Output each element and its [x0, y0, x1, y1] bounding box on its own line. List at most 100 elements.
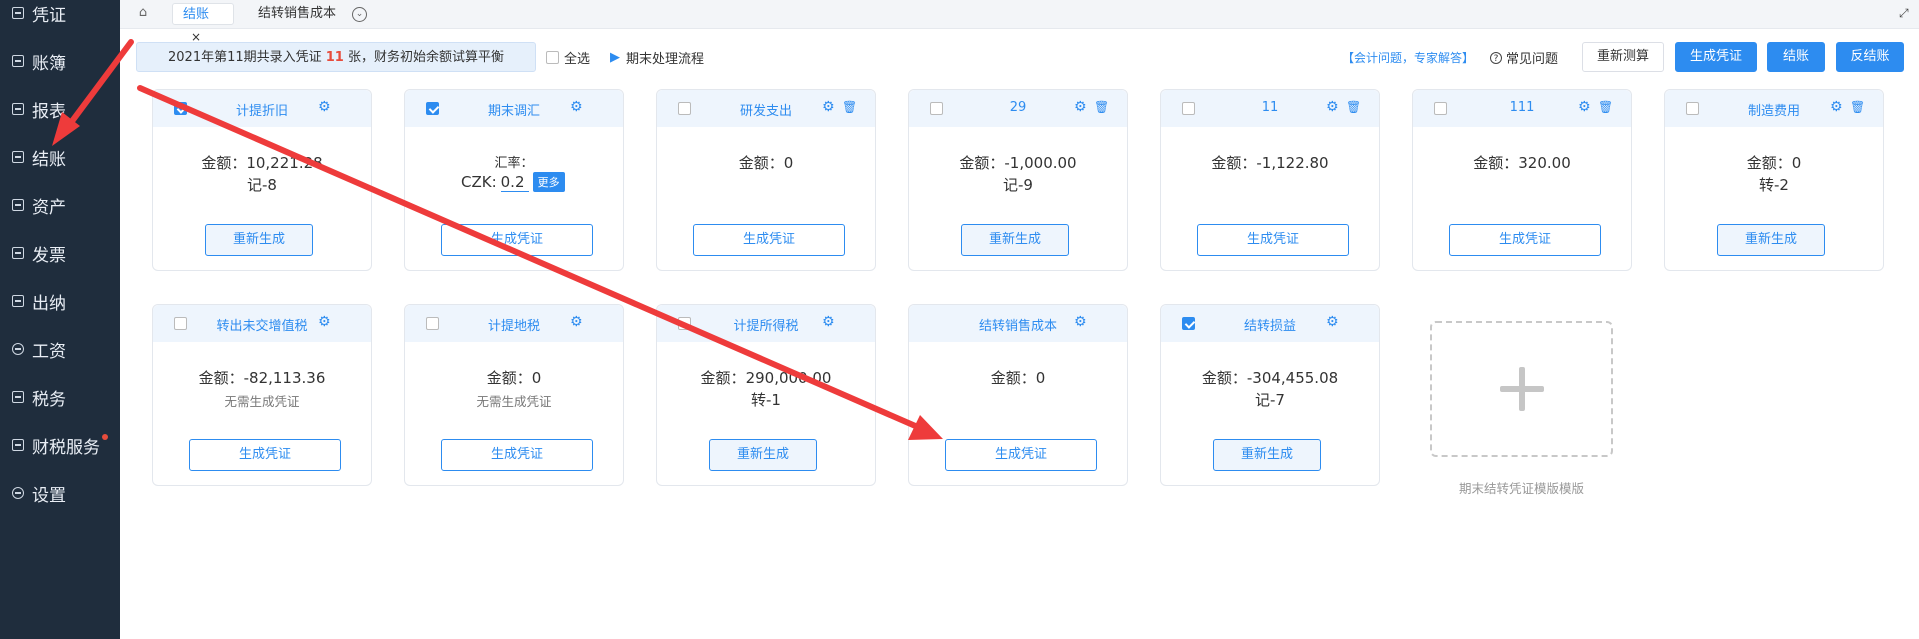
generate-voucher-button[interactable]: 生成凭证 — [693, 224, 845, 256]
gear-icon[interactable]: ⚙ — [570, 99, 583, 115]
generate-voucher-button[interactable]: 生成凭证 — [1197, 224, 1349, 256]
sidebar-item-service[interactable]: 财税服务 — [12, 430, 108, 460]
fullscreen-icon[interactable]: ⤢ — [1899, 6, 1911, 20]
generate-voucher-button[interactable]: 生成凭证 — [441, 439, 593, 471]
period-notice: 2021年第11期共录入凭证 11 张，财务初始余额试算平衡 — [136, 42, 536, 72]
sidebar-item-label: 结账 — [32, 149, 66, 170]
tab-closing[interactable]: 结账× — [172, 3, 234, 44]
expert-link[interactable]: 【会计问题，专家解答】 — [1342, 49, 1474, 66]
voucher-number[interactable]: 转-2 — [1665, 174, 1883, 195]
faq-link[interactable]: ? 常见问题 — [1490, 48, 1558, 67]
gear-icon[interactable]: ⚙ — [1326, 99, 1339, 115]
card-title: 计提地税 — [487, 319, 540, 334]
tab-sales-cost[interactable]: 结转销售成本 — [248, 3, 346, 25]
sidebar-item-label: 税务 — [32, 389, 66, 410]
rate-row: CZK: 更多 — [461, 172, 565, 192]
card-vat-transfer: 转出未交增值税 ⚙ 金额：-82,113.36 无需生成凭证 生成凭证 — [152, 304, 372, 486]
rate-input[interactable] — [500, 172, 529, 192]
card-profit-loss: 结转损益 ⚙ 金额：-304,455.08 记-7 重新生成 — [1160, 304, 1380, 486]
regenerate-button[interactable]: 重新生成 — [961, 224, 1069, 256]
regenerate-button[interactable]: 重新生成 — [205, 224, 313, 256]
sidebar-item-ledger[interactable]: 账簿 — [12, 46, 66, 76]
chevron-down-icon[interactable]: ⌄ — [352, 7, 367, 22]
voucher-icon — [12, 7, 24, 19]
sidebar-item-settings[interactable]: 设置 — [12, 478, 66, 508]
regenerate-button[interactable]: 重新生成 — [1213, 439, 1321, 471]
amount-label: 金额： — [990, 369, 1036, 387]
card-depreciation: 计提折旧 ⚙ 金额：10,221.28 记-8 重新生成 — [152, 89, 372, 271]
add-template-button[interactable] — [1430, 321, 1613, 457]
card-amount: 金额：0 — [1665, 152, 1883, 173]
card-amount: 金额：290,000.00 — [657, 367, 875, 388]
select-all-checkbox[interactable]: 全选 — [546, 48, 590, 67]
sidebar-item-report[interactable]: 报表 — [12, 94, 66, 124]
card-amount: 金额：0 — [909, 367, 1127, 388]
voucher-number[interactable]: 转-1 — [657, 389, 875, 410]
trash-icon[interactable]: 🗑 — [1094, 99, 1109, 115]
recalculate-button[interactable]: 重新测算 — [1582, 42, 1664, 72]
service-icon — [12, 439, 24, 451]
voucher-number[interactable]: 记-8 — [153, 174, 371, 195]
gear-icon[interactable]: ⚙ — [570, 314, 583, 330]
ledger-icon — [12, 55, 24, 67]
card-title: 计提折旧 — [235, 104, 288, 119]
generate-voucher-button[interactable]: 生成凭证 — [189, 439, 341, 471]
sidebar-item-voucher[interactable]: 凭证 — [12, 0, 66, 28]
card-amount: 金额：10,221.28 — [153, 152, 371, 173]
amount-label: 金额： — [1211, 154, 1257, 172]
voucher-number[interactable]: 记-9 — [909, 174, 1127, 195]
amount-label: 金额： — [1746, 154, 1792, 172]
card-header: 计提折旧 ⚙ — [153, 90, 371, 127]
plus-icon — [1499, 367, 1544, 411]
trash-icon[interactable]: 🗑 — [842, 99, 857, 115]
sidebar-item-salary[interactable]: 工资 — [12, 334, 66, 364]
notification-dot — [102, 434, 108, 440]
gear-icon[interactable]: ⚙ — [1830, 99, 1843, 115]
card-29: 29 ⚙ 🗑 金额：-1,000.00 记-9 重新生成 — [908, 89, 1128, 271]
gear-icon[interactable]: ⚙ — [822, 314, 835, 330]
gear-icon[interactable]: ⚙ — [318, 99, 331, 115]
generate-voucher-button[interactable]: 生成凭证 — [441, 224, 593, 256]
home-icon[interactable]: ⌂ — [136, 6, 150, 20]
generate-voucher-button[interactable]: 生成凭证 — [1449, 224, 1601, 256]
card-amount: 金额：-304,455.08 — [1161, 367, 1379, 388]
gear-icon[interactable]: ⚙ — [1074, 314, 1087, 330]
generate-voucher-button[interactable]: 生成凭证 — [1675, 42, 1757, 72]
voucher-number[interactable]: 记-7 — [1161, 389, 1379, 410]
gear-icon[interactable]: ⚙ — [1074, 99, 1087, 115]
gear-icon[interactable]: ⚙ — [318, 314, 331, 330]
amount-label: 金额： — [1201, 369, 1247, 387]
checkbox[interactable] — [546, 51, 559, 64]
close-period-button[interactable]: 结账 — [1767, 42, 1825, 72]
select-all-label: 全选 — [564, 52, 591, 67]
trash-icon[interactable]: 🗑 — [1850, 99, 1865, 115]
gear-icon[interactable]: ⚙ — [1326, 314, 1339, 330]
trash-icon[interactable]: 🗑 — [1598, 99, 1613, 115]
amount-value: 0 — [1791, 154, 1802, 172]
generate-voucher-button[interactable]: 生成凭证 — [945, 439, 1097, 471]
card-header: 计提所得税 ⚙ — [657, 305, 875, 342]
video-icon: ▶ — [610, 50, 620, 65]
amount-label: 金额： — [198, 369, 244, 387]
sidebar-item-label: 出纳 — [32, 293, 66, 314]
sidebar-item-invoice[interactable]: 发票 — [12, 238, 66, 268]
trash-icon[interactable]: 🗑 — [1346, 99, 1361, 115]
amount-value: -1,122.80 — [1256, 154, 1329, 172]
sidebar-item-tax[interactable]: 税务 — [12, 382, 66, 412]
reverse-close-button[interactable]: 反结账 — [1836, 42, 1904, 72]
sidebar-item-cashier[interactable]: 出纳 — [12, 286, 66, 316]
amount-value: -304,455.08 — [1246, 369, 1339, 387]
sidebar-item-label: 账簿 — [32, 53, 66, 74]
gear-icon[interactable]: ⚙ — [822, 99, 835, 115]
more-button[interactable]: 更多 — [532, 172, 565, 192]
period-flow-link[interactable]: ▶ 期末处理流程 — [610, 48, 704, 67]
regenerate-button[interactable]: 重新生成 — [709, 439, 817, 471]
card-amount: 金额：-1,000.00 — [909, 152, 1127, 173]
regenerate-button[interactable]: 重新生成 — [1717, 224, 1825, 256]
gear-icon[interactable]: ⚙ — [1578, 99, 1591, 115]
sidebar-item-closing[interactable]: 结账 — [12, 142, 66, 172]
settings-icon — [12, 487, 24, 499]
sidebar-item-asset[interactable]: 资产 — [12, 190, 66, 220]
voucher-count: 11 — [325, 50, 344, 65]
card-header: 期末调汇 ⚙ — [405, 90, 623, 127]
